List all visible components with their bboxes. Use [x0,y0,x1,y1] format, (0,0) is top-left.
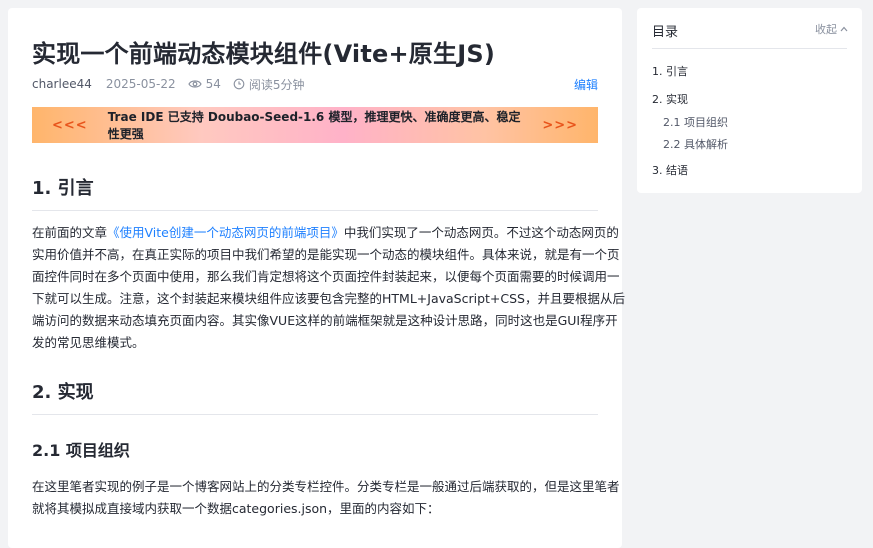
toc-item-project-structure[interactable]: 2.1 项目组织 [663,114,728,130]
paragraph-line: 端访问的数据来动态填充页面内容。其实像VUE这样的前端框架就是这种设计思路，同时… [32,313,618,328]
read-time-value: 阅读5分钟 [248,77,305,92]
toc-divider [652,48,847,49]
intro-paragraph: 在前面的文章《使用Vite创建一个动态网页的前端项目》中我们实现了一个动态网页。… [32,222,625,354]
heading-project-structure: 2.1 项目组织 [32,441,130,460]
paragraph-line: 在前面的文章《使用Vite创建一个动态网页的前端项目》中我们实现了一个动态网页。… [32,225,619,240]
paragraph-line: 发的常见思维模式。 [32,335,145,350]
toc-collapse-label: 收起 [815,23,837,36]
banner-right-arrows: >>> [542,117,578,133]
read-time: 阅读5分钟 [233,76,305,93]
paragraph-line: 面控件同时在多个页面中使用，那么我们肯定想将这个页面控件封装起来，以便每个页面需… [32,269,620,284]
publish-date: 2025-05-22 [105,77,176,91]
table-of-contents: 目录 收起 1. 引言 2. 实现 2.1 项目组织 2.2 具体解析 3. 结… [637,8,862,193]
promo-banner[interactable]: <<< Trae IDE 已支持 Doubao-Seed-1.6 模型，推理更快… [32,107,598,143]
toc-item-conclusion[interactable]: 3. 结语 [652,162,688,178]
clock-icon [233,78,245,90]
views-value: 54 [205,77,221,91]
paragraph-line: 下就可以生成。注意，这个封装起来模块组件应该要包含完整的HTML+JavaScr… [32,291,625,306]
paragraph-line: 就将其模拟成直接域内获取一个数据categories.json，里面的内容如下： [32,501,440,516]
toc-collapse-button[interactable]: 收起 [815,21,848,37]
article-meta: charlee44 2025-05-22 54 阅读5分钟 编辑 [32,76,598,92]
author-name[interactable]: charlee44 [32,77,92,91]
toc-title: 目录 [652,25,679,40]
toc-item-implementation[interactable]: 2. 实现 [652,91,688,107]
previous-article-link[interactable]: 《使用Vite创建一个动态网页的前端项目》 [107,225,344,240]
article-panel: 实现一个前端动态模块组件(Vite+原生JS) charlee44 2025-0… [8,8,625,548]
banner-left-arrows: <<< [52,117,88,133]
heading-implementation: 2. 实现 [32,378,598,415]
eye-icon [187,80,202,88]
heading-intro: 1. 引言 [32,174,598,211]
edit-link[interactable]: 编辑 [574,76,598,93]
article-title: 实现一个前端动态模块组件(Vite+原生JS) [32,40,495,68]
toc-item-intro[interactable]: 1. 引言 [652,63,688,79]
views-count: 54 [187,77,221,91]
project-paragraph: 在这里笔者实现的例子是一个博客网站上的分类专栏控件。分类专栏是一般通过后端获取的… [32,476,620,520]
banner-text: Trae IDE 已支持 Doubao-Seed-1.6 模型，推理更快、准确度… [107,110,521,141]
toc-item-details[interactable]: 2.2 具体解析 [663,136,728,152]
paragraph-line: 实用价值并不高，在真正实际的项目中我们希望的是能实现一个动态的模块组件。具体来说… [32,247,620,262]
paragraph-line: 在这里笔者实现的例子是一个博客网站上的分类专栏控件。分类专栏是一般通过后端获取的… [32,479,620,494]
chevron-up-icon [840,26,848,32]
